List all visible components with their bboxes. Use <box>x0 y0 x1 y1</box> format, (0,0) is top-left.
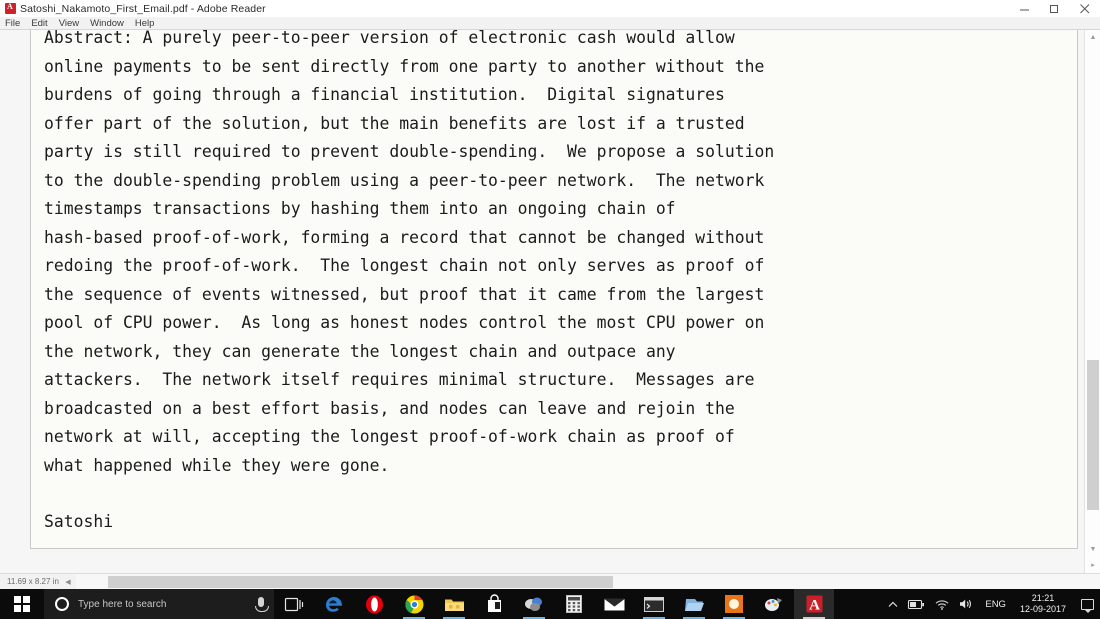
photos-icon[interactable] <box>514 589 554 619</box>
window-titlebar: Satoshi_Nakamoto_First_Email.pdf - Adobe… <box>0 0 1100 17</box>
pdf-signature: Satoshi <box>44 512 114 531</box>
windows-taskbar: Type here to search A ENG 21:21 12-09-20… <box>0 589 1100 619</box>
menu-item-help[interactable]: Help <box>135 18 155 29</box>
status-bar: 11.69 x 8.27 in ◀ <box>0 573 1100 590</box>
search-input[interactable]: Type here to search <box>44 589 274 619</box>
battery-icon[interactable] <box>903 589 930 619</box>
adobe-reader-icon <box>5 2 16 14</box>
window-title: Satoshi_Nakamoto_First_Email.pdf - Adobe… <box>20 2 266 15</box>
pdf-body-text: Abstract: A purely peer-to-peer version … <box>44 30 775 475</box>
store-icon[interactable] <box>474 589 514 619</box>
speaker-icon[interactable] <box>954 589 979 619</box>
chevron-left-icon[interactable]: ◀ <box>60 574 76 590</box>
notification-icon[interactable] <box>1074 589 1100 619</box>
pdf-viewer[interactable]: Abstract: A purely peer-to-peer version … <box>0 30 1100 573</box>
clock-time: 21:21 <box>1031 593 1055 603</box>
close-icon[interactable] <box>1070 0 1100 17</box>
start-button[interactable] <box>0 589 44 619</box>
wifi-icon[interactable] <box>930 589 954 619</box>
clock-date: 12-09-2017 <box>1019 604 1066 614</box>
menu-item-window[interactable]: Window <box>90 18 124 29</box>
task-view-icon[interactable] <box>274 589 314 619</box>
chevron-up-icon[interactable]: ▲ <box>1085 30 1100 45</box>
vertical-scrollbar[interactable]: ▲ ▼ ▸ <box>1084 30 1100 573</box>
search-placeholder: Type here to search <box>78 598 167 610</box>
resize-grip-icon: ▸ <box>1085 557 1100 573</box>
calculator-icon[interactable] <box>554 589 594 619</box>
taskbar-clock[interactable]: 21:21 12-09-2017 <box>1012 589 1074 619</box>
envelope-icon[interactable] <box>594 589 634 619</box>
window-controls <box>1010 0 1100 17</box>
terminal-icon[interactable] <box>634 589 674 619</box>
menu-item-file[interactable]: File <box>5 18 20 29</box>
blue-folder-icon[interactable] <box>674 589 714 619</box>
restore-icon[interactable] <box>1040 0 1070 17</box>
system-tray: ENG 21:21 12-09-2017 <box>883 589 1100 619</box>
taskbar-app-list: A <box>274 589 834 619</box>
edge-icon[interactable] <box>314 589 354 619</box>
windows-logo-icon <box>14 596 30 612</box>
page-size-label: 11.69 x 8.27 in <box>7 577 59 586</box>
desktop-screen: Satoshi_Nakamoto_First_Email.pdf - Adobe… <box>0 0 1100 619</box>
notification-box <box>1080 598 1094 613</box>
palette-icon[interactable] <box>754 589 794 619</box>
vertical-scroll-thumb[interactable] <box>1087 360 1099 510</box>
chrome-icon[interactable] <box>394 589 434 619</box>
chevron-down-icon[interactable]: ▼ <box>1085 542 1100 557</box>
horizontal-scrollbar[interactable] <box>76 573 1100 590</box>
adobe-reader-icon[interactable]: A <box>794 589 834 619</box>
pdf-page: Abstract: A purely peer-to-peer version … <box>30 30 1078 549</box>
opera-icon[interactable] <box>354 589 394 619</box>
horizontal-scroll-thumb[interactable] <box>108 575 613 588</box>
menu-bar: File Edit View Window Help <box>0 17 1100 30</box>
chevron-up-icon[interactable] <box>883 589 903 619</box>
cortana-circle-icon <box>55 597 69 611</box>
minimize-icon[interactable] <box>1010 0 1040 17</box>
folder-icon[interactable] <box>434 589 474 619</box>
menu-item-edit[interactable]: Edit <box>31 18 47 29</box>
svg-text:A: A <box>809 598 820 614</box>
orange-circle-icon[interactable] <box>714 589 754 619</box>
menu-item-view[interactable]: View <box>59 18 79 29</box>
microphone-icon[interactable] <box>255 597 269 612</box>
language-indicator[interactable]: ENG <box>979 599 1012 610</box>
